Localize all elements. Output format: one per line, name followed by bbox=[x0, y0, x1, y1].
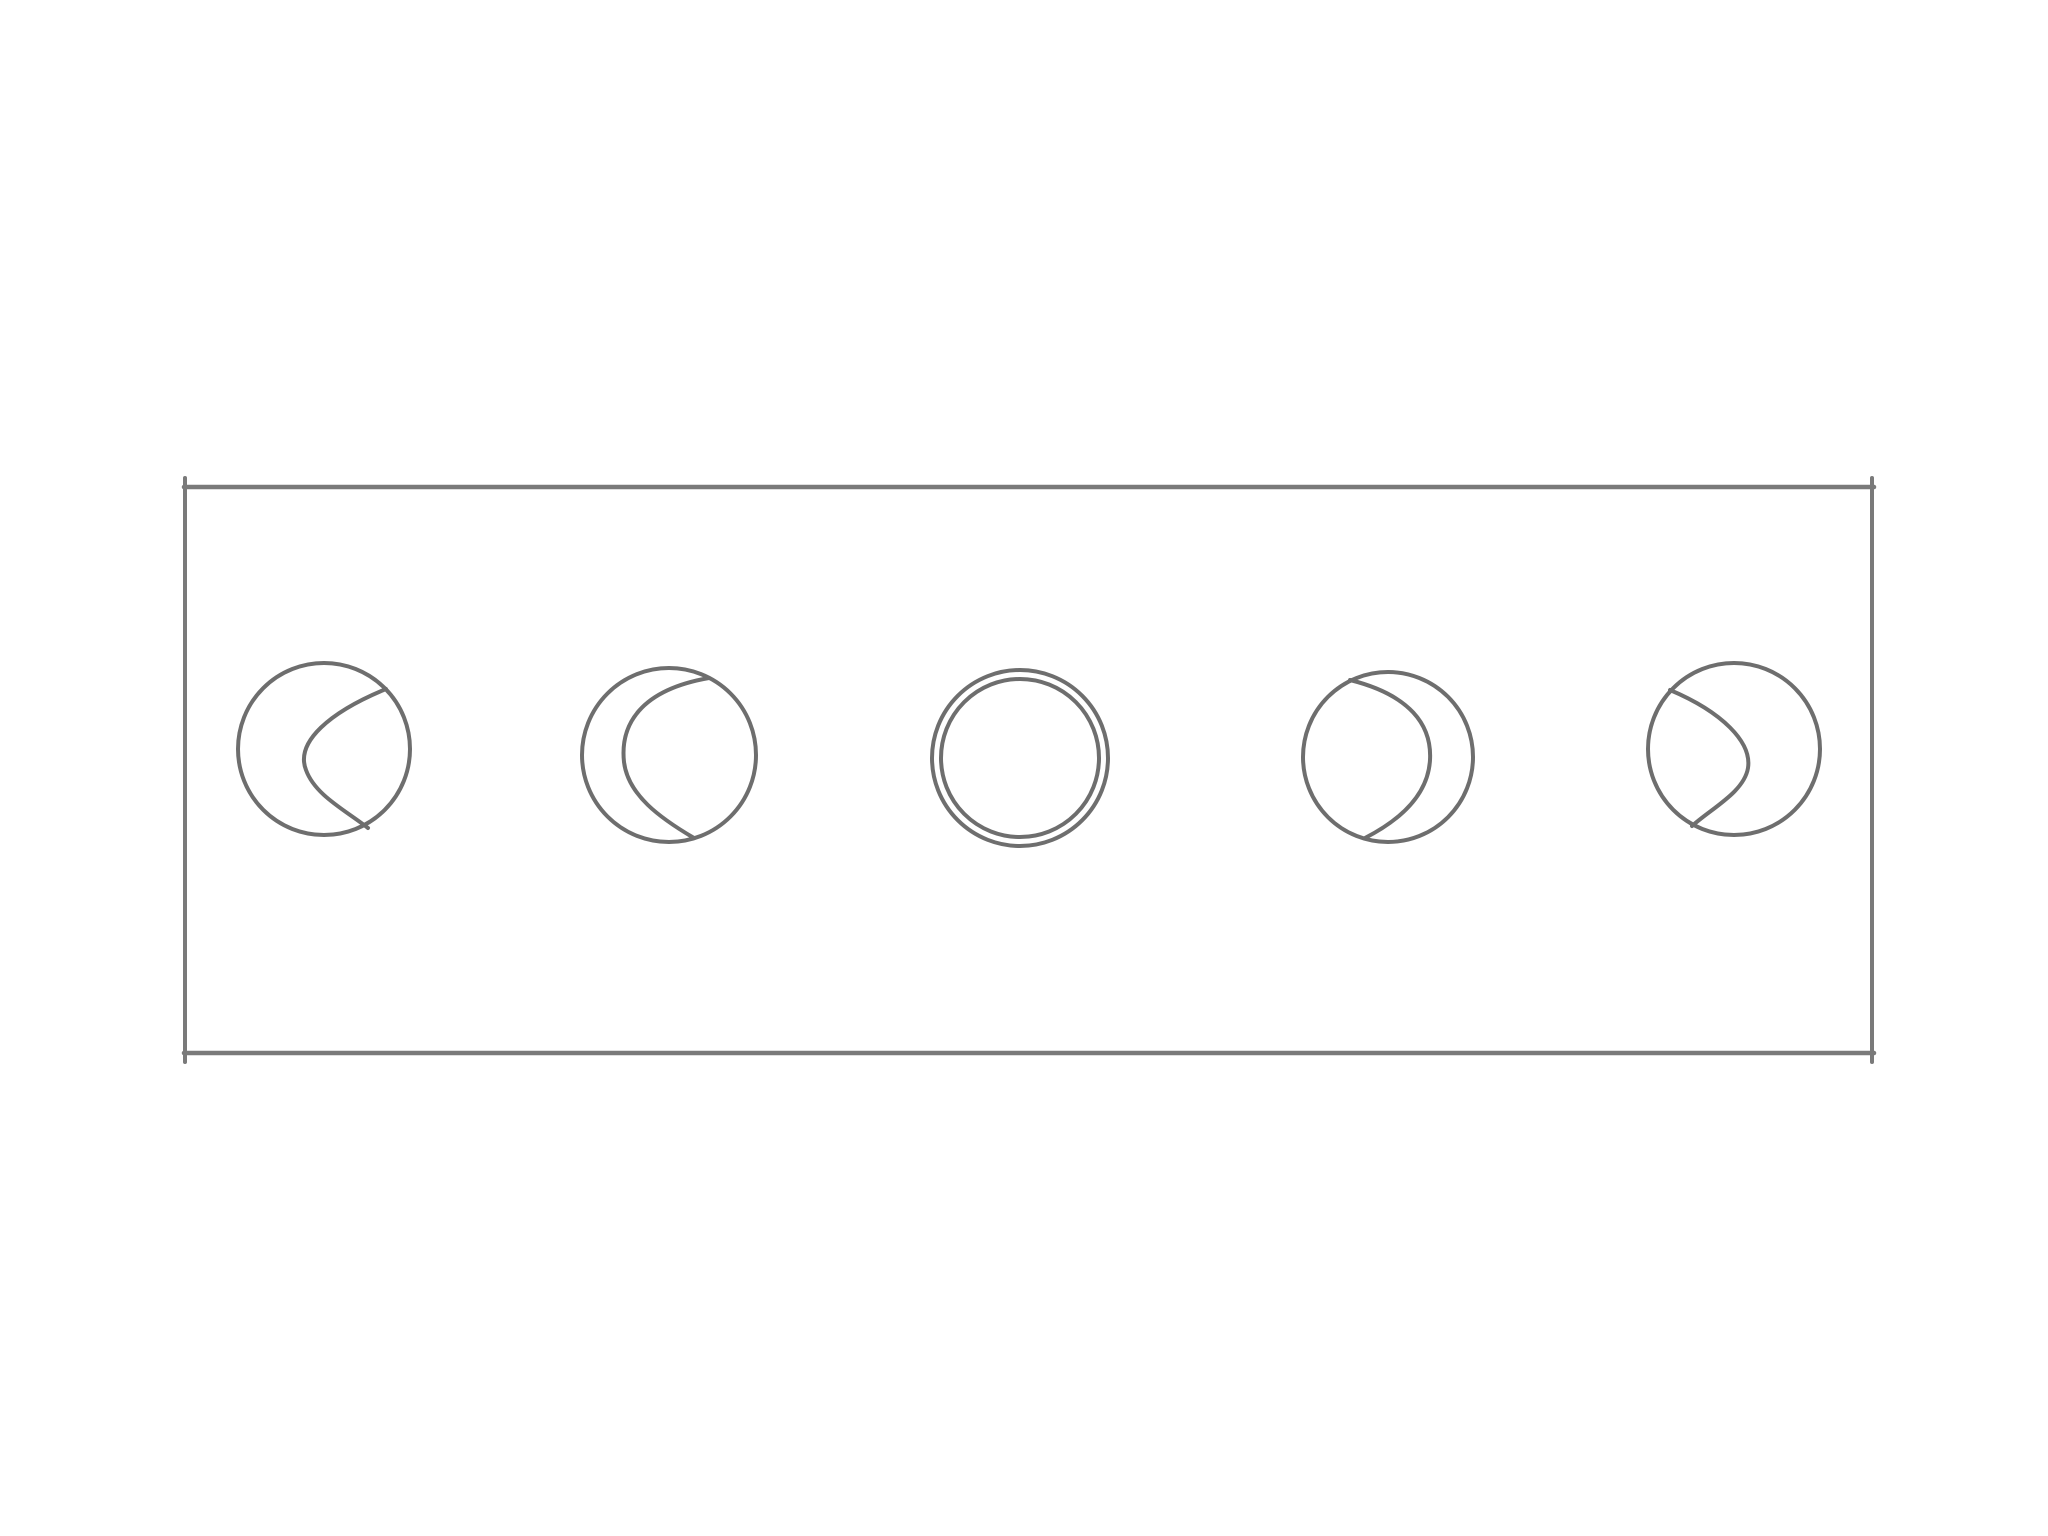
moon-terminator bbox=[621, 676, 711, 840]
moon-waxing-gibbous-icon bbox=[236, 661, 412, 837]
moon-outer-ring bbox=[930, 668, 1110, 848]
moon-waning-gibbous-icon bbox=[1646, 661, 1822, 837]
moon-new-icon bbox=[930, 668, 1110, 848]
moon-outline bbox=[580, 666, 758, 844]
moon-waning-crescent-icon bbox=[1301, 670, 1475, 844]
moon-inner-ring bbox=[939, 677, 1101, 839]
moon-outline bbox=[1301, 670, 1475, 844]
moon-terminator bbox=[1668, 688, 1751, 828]
moon-outline bbox=[1646, 661, 1822, 837]
moon-terminator bbox=[302, 687, 388, 830]
moon-terminator bbox=[1348, 678, 1433, 840]
diagram-frame bbox=[181, 476, 1877, 1064]
moon-waxing-crescent-icon bbox=[580, 666, 758, 844]
moon-phases-diagram bbox=[181, 476, 1877, 1064]
